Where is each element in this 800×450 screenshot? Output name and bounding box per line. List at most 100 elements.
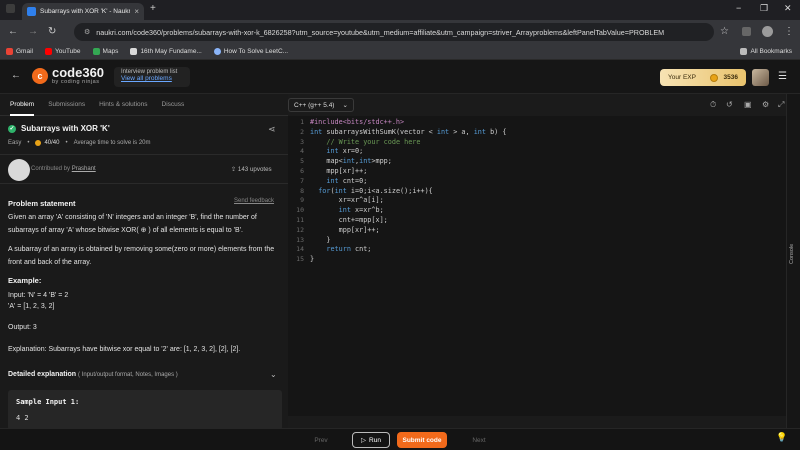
submit-code-button[interactable]: Submit code bbox=[397, 432, 447, 448]
problem-tabs: Problem Submissions Hints & solutions Di… bbox=[0, 94, 288, 116]
bookmark-youtube[interactable]: YouTube bbox=[44, 48, 81, 55]
logo-text: code360 bbox=[52, 65, 105, 80]
console-rail[interactable]: Console bbox=[786, 94, 800, 428]
line-number: 15 bbox=[296, 255, 304, 264]
code-line[interactable]: xr=xr^a[i]; bbox=[310, 196, 506, 206]
hamburger-menu-icon[interactable]: ☰ bbox=[778, 71, 787, 82]
all-bookmarks[interactable]: All Bookmarks bbox=[740, 48, 792, 55]
code-line[interactable]: } bbox=[310, 255, 506, 265]
new-tab-icon[interactable]: + bbox=[150, 3, 156, 14]
forward-icon[interactable]: → bbox=[28, 26, 38, 37]
minimize-icon[interactable]: − bbox=[736, 3, 741, 13]
timer-icon[interactable]: ⏱ bbox=[710, 100, 716, 110]
lightbulb-icon[interactable]: 💡 bbox=[776, 432, 787, 443]
all-bookmarks-label: All Bookmarks bbox=[750, 48, 792, 55]
close-tab-icon[interactable]: × bbox=[134, 7, 139, 16]
bookmark-leetcode[interactable]: How To Solve LeetC... bbox=[213, 48, 289, 55]
close-window-icon[interactable]: ✕ bbox=[784, 3, 792, 14]
share-icon[interactable]: ⋖ bbox=[268, 124, 276, 135]
sample-input-heading: Sample Input 1: bbox=[16, 398, 80, 406]
language-select[interactable]: C++ (g++ 5.4) ⌄ bbox=[288, 98, 354, 112]
fullscreen-icon[interactable]: ⤢ bbox=[778, 100, 784, 110]
exp-label: Your EXP bbox=[668, 74, 696, 81]
code360-logo[interactable]: c code360 by coding ninjas bbox=[32, 65, 105, 85]
code-line[interactable]: int cnt=0; bbox=[310, 177, 506, 187]
back-arrow-icon[interactable]: ← bbox=[11, 70, 21, 81]
bookmark-gmail[interactable]: Gmail bbox=[6, 48, 33, 55]
user-avatar[interactable] bbox=[752, 69, 769, 86]
problem-title-text: Subarrays with XOR 'K' bbox=[21, 124, 110, 133]
run-button[interactable]: ▷ Run bbox=[352, 432, 390, 448]
problem-meta: Easy • 40/40 • Average time to solve is … bbox=[8, 140, 151, 146]
bookmark-maps[interactable]: Maps bbox=[92, 48, 118, 55]
coin-icon bbox=[35, 140, 42, 146]
contributor-link[interactable]: Prashant bbox=[72, 166, 96, 172]
maps-icon bbox=[92, 48, 100, 55]
code-line[interactable]: for(int i=0;i<a.size();i++){ bbox=[310, 187, 506, 197]
layout-icon[interactable]: ▣ bbox=[744, 100, 752, 109]
code-line[interactable]: int subarraysWithSumK(vector < int > a, … bbox=[310, 128, 506, 138]
statement-paragraph-2: A subarray of an array is obtained by re… bbox=[8, 246, 275, 266]
url-field[interactable]: ⚙ naukri.com/code360/problems/subarrays-… bbox=[74, 23, 714, 41]
code-line[interactable]: mpp[xr]++; bbox=[310, 167, 506, 177]
maximize-icon[interactable]: ❐ bbox=[760, 3, 768, 14]
settings-icon[interactable]: ⚙ bbox=[762, 100, 769, 109]
extensions-icon[interactable] bbox=[742, 27, 751, 36]
bookmark-star-icon[interactable]: ☆ bbox=[720, 26, 729, 37]
problem-panel: Problem Submissions Hints & solutions Di… bbox=[0, 94, 288, 428]
detailed-explanation[interactable]: Detailed explanation ( Input/output form… bbox=[8, 371, 178, 378]
profile-icon[interactable] bbox=[762, 26, 773, 37]
prev-button[interactable]: Prev bbox=[306, 432, 336, 448]
tab-discuss[interactable]: Discuss bbox=[162, 94, 185, 116]
tab-search-icon[interactable] bbox=[6, 4, 15, 13]
back-icon[interactable]: ← bbox=[8, 26, 18, 37]
example-heading: Example: bbox=[8, 276, 42, 285]
difficulty-badge: Easy bbox=[8, 140, 22, 146]
bookmark-label: How To Solve LeetC... bbox=[223, 48, 289, 55]
code-line[interactable]: return cnt; bbox=[310, 245, 506, 255]
reset-code-icon[interactable]: ↺ bbox=[726, 100, 733, 109]
upvotes[interactable]: ⇪ 143 upvotes bbox=[231, 166, 272, 173]
code-line[interactable]: mpp[xr]++; bbox=[310, 226, 506, 236]
tab-hints-solutions[interactable]: Hints & solutions bbox=[99, 94, 147, 116]
solved-check-icon: ✓ bbox=[8, 124, 16, 133]
tab-title: Subarrays with XOR 'K' - Naukr bbox=[40, 8, 131, 15]
address-bar-row: ← → ↻ ⚙ naukri.com/code360/problems/suba… bbox=[0, 20, 800, 44]
exp-badge[interactable]: Your EXP 3536 bbox=[660, 69, 746, 86]
code-area[interactable]: 1 2 3 4 5 6 7 8 9 10 11 12 13 14 15 #inc… bbox=[288, 116, 786, 437]
page-icon bbox=[130, 48, 138, 55]
code-line[interactable]: map<int,int>mpp; bbox=[310, 157, 506, 167]
tab-submissions[interactable]: Submissions bbox=[48, 94, 85, 116]
site-info-icon[interactable]: ⚙ bbox=[84, 28, 90, 36]
contributed-by-label: Contributed by bbox=[31, 166, 71, 172]
bookmark-16th-may[interactable]: 16th May Fundame... bbox=[130, 48, 202, 55]
browser-menu-icon[interactable]: ⋮ bbox=[784, 26, 794, 37]
meta-dot: • bbox=[27, 140, 30, 146]
reload-icon[interactable]: ↻ bbox=[48, 26, 56, 37]
line-number: 8 bbox=[300, 186, 304, 195]
contributed-by: Contributed by Prashant bbox=[31, 166, 96, 172]
line-number: 4 bbox=[300, 147, 304, 156]
browser-tab[interactable]: Subarrays with XOR 'K' - Naukr × bbox=[22, 3, 144, 20]
console-toggle[interactable]: Console bbox=[789, 244, 795, 264]
chevron-down-icon: ⌄ bbox=[342, 102, 348, 109]
code-line[interactable]: int x=xr^b; bbox=[310, 206, 506, 216]
interview-problem-list[interactable]: Interview problem list View all problems bbox=[114, 67, 190, 87]
problem-title: ✓ Subarrays with XOR 'K' bbox=[8, 124, 110, 133]
line-number: 12 bbox=[296, 225, 304, 234]
next-button[interactable]: Next bbox=[464, 432, 494, 448]
view-all-problems-link[interactable]: View all problems bbox=[121, 75, 183, 82]
code-line[interactable]: int xr=0; bbox=[310, 147, 506, 157]
line-number: 14 bbox=[296, 245, 304, 254]
line-number: 7 bbox=[300, 176, 304, 185]
code-line[interactable]: } bbox=[310, 236, 506, 246]
detailed-explanation-sub: ( Input/output format, Notes, Images ) bbox=[78, 372, 178, 378]
avg-time: Average time to solve is 20m bbox=[73, 140, 151, 146]
code-line[interactable]: cnt+=mpp[x]; bbox=[310, 216, 506, 226]
chevron-down-icon[interactable]: ⌄ bbox=[270, 370, 277, 379]
tab-problem[interactable]: Problem bbox=[10, 94, 35, 116]
code-line[interactable]: // Write your code here bbox=[310, 138, 506, 148]
send-feedback-link[interactable]: Send feedback bbox=[234, 198, 274, 204]
code-line[interactable]: #include<bits/stdc++.h> bbox=[310, 118, 506, 128]
url-text: naukri.com/code360/problems/subarrays-wi… bbox=[96, 27, 665, 37]
